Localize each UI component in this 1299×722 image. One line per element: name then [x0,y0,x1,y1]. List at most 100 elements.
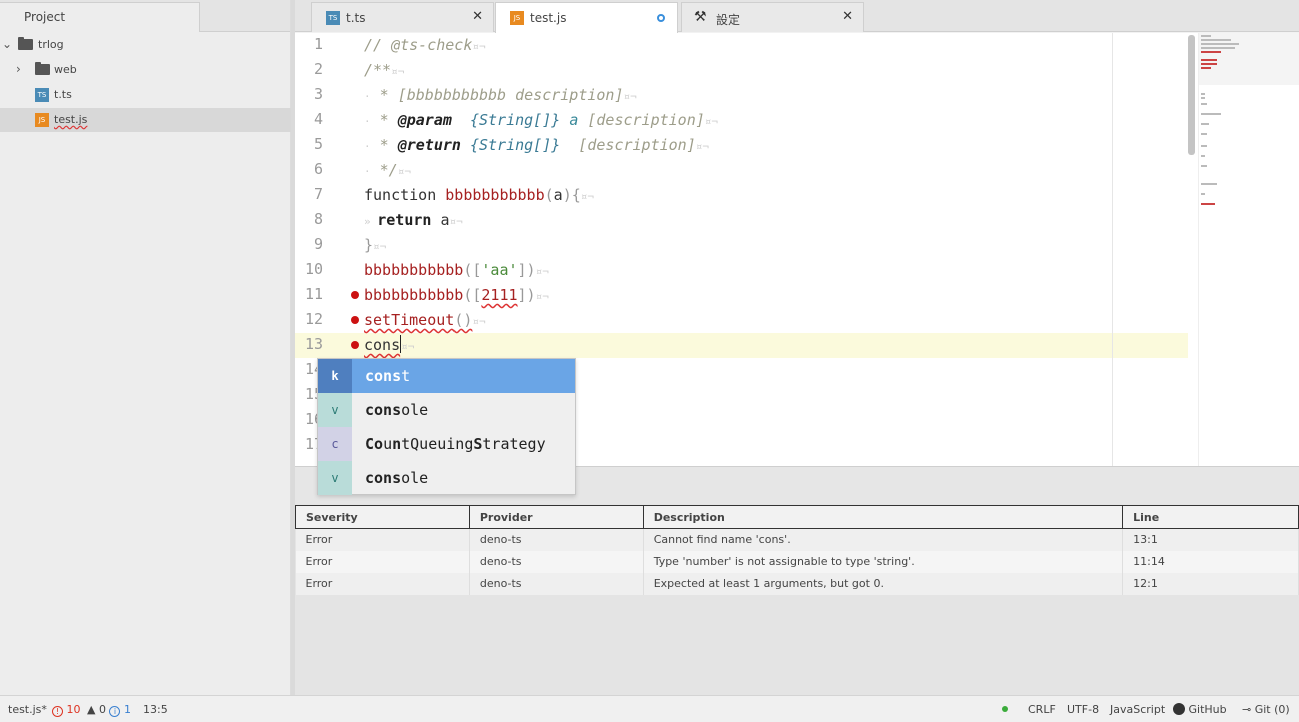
git-label: Git (0) [1254,703,1290,716]
description-cell: Expected at least 1 arguments, but got 0… [643,572,1124,595]
autocomplete-item[interactable]: k const [318,359,575,393]
line-number[interactable]: 13 [295,335,323,353]
tree-item-trlog[interactable]: ⌄ trlog [0,33,291,57]
table-row[interactable]: Error deno-ts Expected at least 1 argume… [295,572,1299,595]
tab-label: t.ts [346,11,366,25]
table-row[interactable]: Error deno-ts Type 'number' is not assig… [295,550,1299,573]
column-header-line[interactable]: Line [1122,505,1299,529]
ts-file-icon: TS [326,11,340,25]
error-marker-icon[interactable] [351,341,359,349]
suggestion-text: const [365,367,411,385]
tree-item-label: trlog [38,38,64,51]
line-number[interactable]: 2 [295,60,323,78]
editor-tab-bar: TS t.ts ✕ JS test.js ⚒ 設定 ✕ [295,0,1299,33]
code-line: · * @param {String[]} a [description]¤¬ [364,111,719,129]
provider-cell: deno-ts [469,528,644,551]
code-line: cons¤¬ [364,335,415,354]
description-cell: Type 'number' is not assignable to type … [643,550,1124,573]
column-header-provider[interactable]: Provider [468,505,644,529]
line-cell[interactable]: 13:1 [1122,528,1299,551]
diagnostics-panel: Severity Provider Description Line Error… [295,504,1299,695]
status-ok-icon [1002,706,1008,712]
tools-icon: ⚒ [694,9,707,25]
line-number[interactable]: 3 [295,85,323,103]
close-icon[interactable]: ✕ [472,9,483,24]
minimap[interactable] [1198,33,1299,466]
line-number[interactable]: 8 [295,210,323,228]
code-line: · * @return {String[]} [description]¤¬ [364,136,709,154]
line-number[interactable]: 5 [295,135,323,153]
atom-window: Project ⌄ trlog › web TS t.ts JS test.js… [0,0,1299,722]
line-ending-selector[interactable]: CRLF [1028,703,1056,716]
status-file-name[interactable]: test.js* [8,703,47,716]
folder-icon [35,62,50,75]
tab-label: test.js [530,11,567,25]
line-number[interactable]: 6 [295,160,323,178]
code-line: · */¤¬ [364,161,411,179]
line-number[interactable]: 7 [295,185,323,203]
github-button[interactable]: GitHub [1173,703,1227,716]
error-count: 10 [66,703,81,716]
autocomplete-popup: k const v console c CountQueuingStrategy… [317,358,576,495]
tab-test-js[interactable]: JS test.js [495,2,678,33]
description-cell: Cannot find name 'cons'. [643,528,1124,551]
project-tab[interactable]: Project [0,2,200,32]
tab-settings[interactable]: ⚒ 設定 ✕ [681,2,864,32]
line-cell[interactable]: 12:1 [1122,572,1299,595]
error-marker-icon[interactable] [351,291,359,299]
github-icon [1173,703,1185,715]
column-header-description[interactable]: Description [642,505,1124,529]
close-icon[interactable]: ✕ [842,9,853,24]
code-line: · * [bbbbbbbbbbb description]¤¬ [364,86,637,104]
cursor-position[interactable]: 13:5 [143,703,168,716]
tab-t-ts[interactable]: TS t.ts ✕ [311,2,494,32]
modified-indicator-icon[interactable] [657,14,665,22]
suggestion-text: console [365,469,429,487]
vertical-scrollbar[interactable] [1188,35,1195,155]
column-header-severity[interactable]: Severity [295,505,470,529]
provider-cell: deno-ts [469,572,644,595]
line-cell[interactable]: 11:14 [1122,550,1299,573]
code-line: function bbbbbbbbbbb(a){¤¬ [364,186,594,204]
tree-item-label: t.ts [54,88,72,101]
keyword-kind-icon: k [318,359,352,393]
info-icon: i [109,706,121,717]
ts-file-icon: TS [35,88,49,102]
tree-item-web[interactable]: › web [0,58,291,82]
line-number[interactable]: 11 [295,285,323,303]
chevron-down-icon: ⌄ [2,37,13,51]
line-number[interactable]: 4 [295,110,323,128]
tab-label: 設定 [716,13,741,27]
code-line: // @ts-check¤¬ [364,36,486,54]
code-line: » return a¤¬ [364,211,463,229]
table-row[interactable]: Error deno-ts Cannot find name 'cons'. 1… [295,528,1299,551]
git-button[interactable]: ⊸ Git (0) [1242,703,1290,716]
tree-item-label: web [54,63,77,76]
suggestion-text: console [365,401,429,419]
code-line: bbbbbbbbbbb([2111])¤¬ [364,286,549,304]
variable-kind-icon: v [318,393,352,427]
line-number[interactable]: 10 [295,260,323,278]
encoding-selector[interactable]: UTF-8 [1067,703,1099,716]
code-line: }¤¬ [364,236,387,254]
autocomplete-item[interactable]: c CountQueuingStrategy [318,427,575,461]
status-bar: test.js* ! 10 ▲ 0 i 1 13:5 CRLF UTF-8 Ja… [0,695,1299,722]
code-line: setTimeout()¤¬ [364,311,486,329]
suggestion-text: CountQueuingStrategy [365,435,546,453]
tree-item-test-js[interactable]: JS test.js [0,108,291,132]
autocomplete-item[interactable]: v console [318,461,575,495]
code-line: /**¤¬ [364,61,405,79]
status-diagnostics-summary[interactable]: ! 10 ▲ 0 i 1 [52,703,131,717]
line-number[interactable]: 9 [295,235,323,253]
info-count: 1 [123,703,131,716]
class-kind-icon: c [318,427,352,461]
tree-item-label: test.js [54,113,88,126]
line-number[interactable]: 1 [295,35,323,53]
warning-count: 0 [98,703,106,716]
autocomplete-item[interactable]: v console [318,393,575,427]
severity-cell: Error [295,528,470,551]
tree-item-t-ts[interactable]: TS t.ts [0,83,291,107]
grammar-selector[interactable]: JavaScript [1110,703,1165,716]
line-number[interactable]: 12 [295,310,323,328]
error-marker-icon[interactable] [351,316,359,324]
